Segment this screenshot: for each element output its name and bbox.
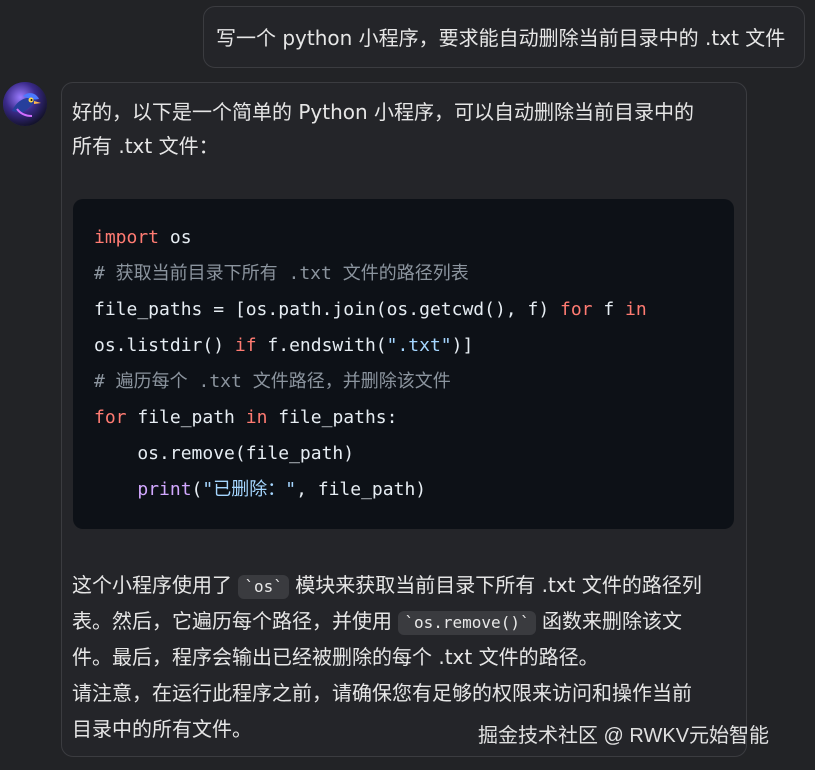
user-message-bubble: 写一个 python 小程序，要求能自动删除当前目录中的 .txt 文件	[203, 6, 805, 68]
code-string: "已删除："	[202, 479, 297, 500]
code-function-print: print	[137, 479, 192, 500]
code-text: file_paths = [os.path.join(os.getcwd(), …	[94, 299, 560, 320]
inline-code-os-remove: `os.remove()`	[398, 610, 536, 635]
watermark-text: 掘金技术社区 @ RWKV元始智能	[478, 725, 770, 747]
code-text: )]	[451, 335, 474, 356]
explain-text: 表。然后，它遍历每个路径，并使用	[72, 609, 399, 633]
code-text: os	[159, 227, 192, 248]
code-keyword-in: in	[245, 407, 268, 428]
code-line-3: file_paths = [os.path.join(os.getcwd(), …	[94, 298, 647, 322]
chat-page: 写一个 python 小程序，要求能自动删除当前目录中的 .txt 文件 好的，…	[0, 0, 815, 770]
code-line-8: print("已删除：", file_path)	[94, 478, 426, 502]
assistant-intro: 好的，以下是一个简单的 Python 小程序，可以自动删除当前目录中的 所有 .…	[72, 95, 732, 175]
code-comment-1: # 获取当前目录下所有 .txt 文件的路径列表	[94, 263, 469, 284]
explain-row-2: 表。然后，它遍历每个路径，并使用 `os.remove()` 函数来删除该文	[72, 603, 740, 639]
code-keyword-for: for	[94, 407, 127, 428]
code-keyword-import: import	[94, 227, 160, 248]
assistant-avatar	[3, 82, 47, 126]
bird-avatar-icon	[3, 82, 47, 126]
inline-code-os: `os`	[238, 574, 289, 599]
explain-row-1: 这个小程序使用了 `os` 模块来获取当前目录下所有 .txt 文件的路径列	[72, 567, 740, 603]
code-text: f.endswith(	[256, 335, 387, 356]
code-text: f	[592, 299, 626, 320]
code-line-1: import os	[94, 226, 192, 250]
code-text: , file_path)	[296, 479, 427, 500]
python-code-block: import os # 获取当前目录下所有 .txt 文件的路径列表 file_…	[73, 199, 734, 529]
code-keyword-if: if	[234, 335, 257, 356]
explain-row-3: 件。最后，程序会输出已经被删除的每个 .txt 文件的路径。	[72, 645, 599, 669]
explain-text: 函数来删除该文	[535, 609, 682, 633]
code-text: file_path	[126, 407, 246, 428]
code-string: ".txt"	[386, 335, 452, 356]
code-comment-2: # 遍历每个 .txt 文件路径，并删除该文件	[94, 371, 451, 392]
code-text: (	[191, 479, 203, 500]
code-keyword-in: in	[625, 299, 647, 320]
user-message-text: 写一个 python 小程序，要求能自动删除当前目录中的 .txt 文件	[216, 26, 786, 50]
explain-text: 这个小程序使用了	[72, 573, 239, 597]
code-line-4: os.listdir() if f.endswith(".txt")]	[94, 334, 473, 358]
code-line-6: for file_path in file_paths:	[94, 406, 397, 430]
intro-line-2: 所有 .txt 文件：	[72, 134, 219, 158]
assistant-explanation: 这个小程序使用了 `os` 模块来获取当前目录下所有 .txt 文件的路径列 表…	[72, 567, 740, 747]
explain-text: 模块来获取当前目录下所有 .txt 文件的路径列	[288, 573, 702, 597]
intro-line-1: 好的，以下是一个简单的 Python 小程序，可以自动删除当前目录中的	[72, 100, 695, 124]
code-keyword-for: for	[560, 299, 593, 320]
code-line-7: os.remove(file_path)	[94, 443, 355, 464]
explain-row-4: 请注意，在运行此程序之前，请确保您有足够的权限来访问和操作当前	[72, 681, 692, 705]
code-text: file_paths:	[267, 407, 398, 428]
code-text: os.listdir()	[94, 335, 235, 356]
